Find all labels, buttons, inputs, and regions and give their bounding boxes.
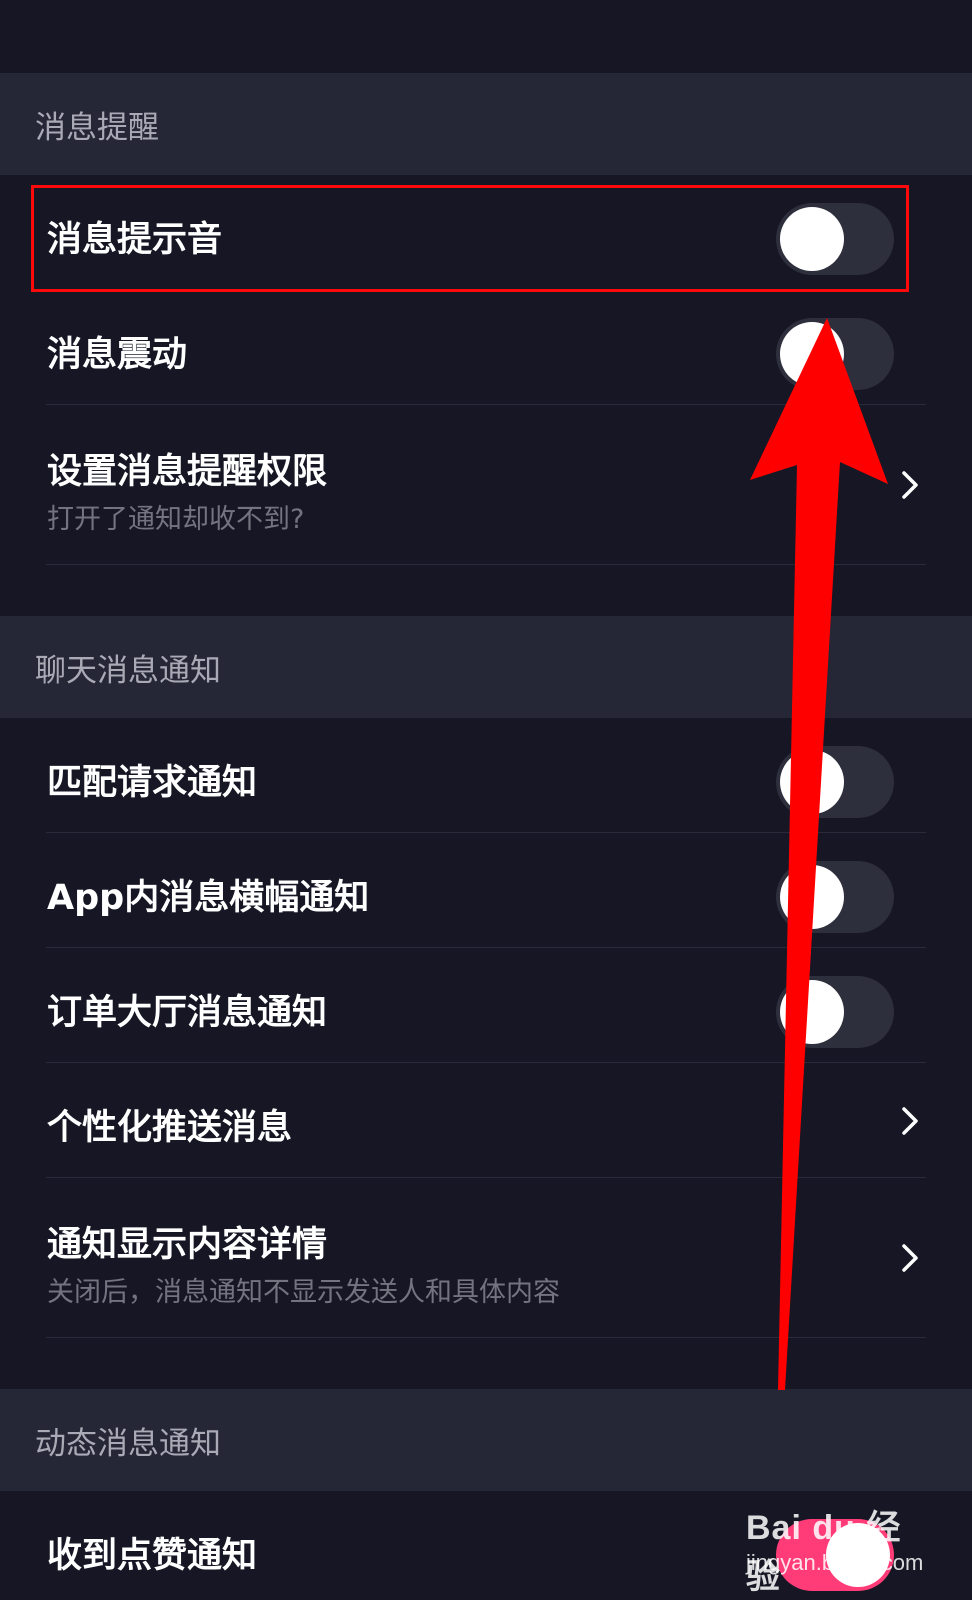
divider xyxy=(46,1337,926,1338)
setting-title: App内消息横幅通知 xyxy=(47,878,370,918)
setting-subtitle: 关闭后，消息通知不显示发送人和具体内容 xyxy=(47,1277,560,1308)
status-area xyxy=(0,0,972,73)
chevron-right-icon[interactable] xyxy=(896,1238,924,1278)
toggle-knob xyxy=(780,207,844,271)
section-title: 聊天消息通知 xyxy=(35,652,221,689)
setting-subtitle: 打开了通知却收不到? xyxy=(47,504,305,535)
setting-title: 通知显示内容详情 xyxy=(47,1225,328,1265)
section-header-chat-notifications: 聊天消息通知 xyxy=(0,616,972,718)
toggle-knob xyxy=(826,1523,890,1587)
setting-row-order-hall[interactable]: 订单大厅消息通知 xyxy=(0,948,972,1063)
section-header-feed-notifications: 动态消息通知 xyxy=(0,1389,972,1491)
setting-title: 设置消息提醒权限 xyxy=(47,452,328,492)
toggle-knob xyxy=(780,322,844,386)
setting-row-reminder-permission[interactable]: 设置消息提醒权限 打开了通知却收不到? xyxy=(0,405,972,565)
setting-row-message-vibrate[interactable]: 消息震动 xyxy=(0,290,972,405)
order-hall-toggle[interactable] xyxy=(776,976,894,1048)
setting-row-message-sound[interactable]: 消息提示音 xyxy=(0,175,972,290)
setting-title: 消息震动 xyxy=(47,335,188,375)
in-app-banner-toggle[interactable] xyxy=(776,861,894,933)
setting-row-personalized-push[interactable]: 个性化推送消息 xyxy=(0,1063,972,1178)
section-title: 消息提醒 xyxy=(35,109,159,146)
setting-title: 消息提示音 xyxy=(47,220,223,260)
setting-row-content-details[interactable]: 通知显示内容详情 关闭后，消息通知不显示发送人和具体内容 xyxy=(0,1178,972,1338)
setting-row-match-request[interactable]: 匹配请求通知 xyxy=(0,718,972,833)
section-title: 动态消息通知 xyxy=(35,1425,221,1462)
section-header-message-reminder: 消息提醒 xyxy=(0,73,972,175)
chevron-right-icon[interactable] xyxy=(896,1101,924,1141)
message-vibrate-toggle[interactable] xyxy=(776,318,894,390)
setting-title: 个性化推送消息 xyxy=(47,1108,293,1148)
toggle-knob xyxy=(780,980,844,1044)
toggle-knob xyxy=(780,750,844,814)
chevron-right-icon[interactable] xyxy=(896,465,924,505)
match-request-toggle[interactable] xyxy=(776,746,894,818)
setting-title: 收到点赞通知 xyxy=(47,1536,258,1576)
divider xyxy=(46,564,926,565)
toggle-knob xyxy=(780,865,844,929)
setting-title: 匹配请求通知 xyxy=(47,763,258,803)
setting-row-in-app-banner[interactable]: App内消息横幅通知 xyxy=(0,833,972,948)
setting-title: 订单大厅消息通知 xyxy=(47,993,328,1033)
like-notification-toggle[interactable] xyxy=(776,1519,894,1591)
setting-row-like-notification[interactable]: 收到点赞通知 xyxy=(0,1491,972,1600)
message-sound-toggle[interactable] xyxy=(776,203,894,275)
